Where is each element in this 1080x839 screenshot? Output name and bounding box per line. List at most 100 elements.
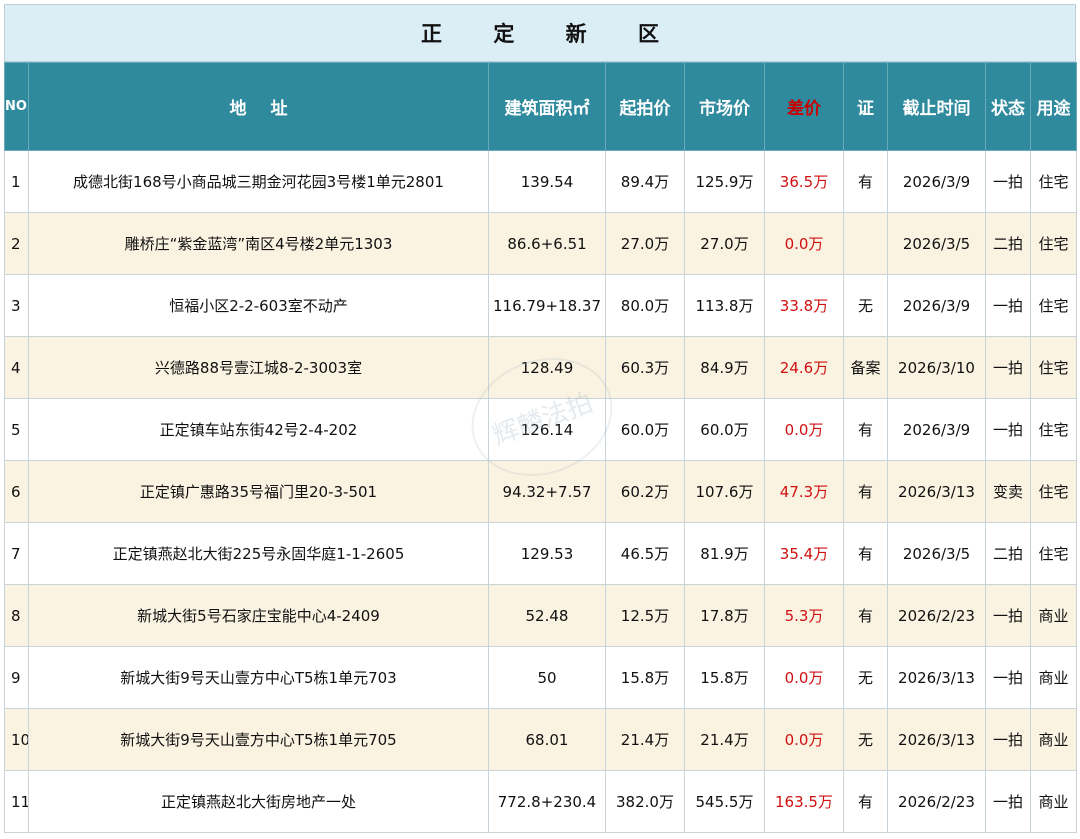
cell-cert: 备案 (843, 336, 888, 399)
cell-no: 6 (4, 460, 29, 523)
cell-deadline: 2026/3/9 (887, 150, 986, 213)
cell-no: 4 (4, 336, 29, 399)
cell-cert: 有 (843, 460, 888, 523)
cell-address: 正定镇燕赵北大街房地产一处 (28, 770, 489, 833)
cell-area: 128.49 (488, 336, 606, 399)
cell-start-price: 60.3万 (605, 336, 685, 399)
cell-usage: 商业 (1030, 770, 1077, 833)
cell-diff: 0.0万 (764, 708, 844, 771)
cell-address: 恒福小区2-2-603室不动产 (28, 274, 489, 337)
cell-usage: 商业 (1030, 584, 1077, 647)
cell-status: 一拍 (985, 398, 1031, 461)
table-row: 10 新城大街9号天山壹方中心T5栋1单元705 68.01 21.4万 21.4万 0.… (4, 708, 1077, 771)
header-start-price: 起拍价 (605, 62, 685, 151)
table-row: 4 兴德路88号壹江城8-2-3003室 128.49 60.3万 84.9万 24.6万… (4, 336, 1077, 399)
cell-address: 兴德路88号壹江城8-2-3003室 (28, 336, 489, 399)
cell-start-price: 60.2万 (605, 460, 685, 523)
cell-deadline: 2026/2/23 (887, 770, 986, 833)
cell-market-price: 21.4万 (684, 708, 765, 771)
cell-usage: 住宅 (1030, 212, 1077, 275)
cell-start-price: 21.4万 (605, 708, 685, 771)
header-usage: 用途 (1030, 62, 1077, 151)
cell-start-price: 12.5万 (605, 584, 685, 647)
cell-area: 116.79+18.37 (488, 274, 606, 337)
header-area: 建筑面积㎡ (488, 62, 606, 151)
cell-no: 8 (4, 584, 29, 647)
cell-cert: 有 (843, 584, 888, 647)
cell-usage: 住宅 (1030, 398, 1077, 461)
cell-no: 7 (4, 522, 29, 585)
cell-status: 一拍 (985, 708, 1031, 771)
cell-diff: 5.3万 (764, 584, 844, 647)
cell-status: 一拍 (985, 274, 1031, 337)
cell-address: 雕桥庄“紫金蓝湾”南区4号楼2单元1303 (28, 212, 489, 275)
header-no: NO. (4, 62, 29, 151)
cell-deadline: 2026/3/9 (887, 274, 986, 337)
cell-no: 11 (4, 770, 29, 833)
cell-market-price: 81.9万 (684, 522, 765, 585)
cell-status: 一拍 (985, 336, 1031, 399)
header-status: 状态 (985, 62, 1031, 151)
cell-cert: 有 (843, 150, 888, 213)
cell-address: 正定镇车站东街42号2-4-202 (28, 398, 489, 461)
table-row: 7 正定镇燕赵北大街225号永固华庭1-1-2605 129.53 46.5万 81.9… (4, 522, 1077, 585)
cell-no: 3 (4, 274, 29, 337)
cell-usage: 住宅 (1030, 522, 1077, 585)
cell-start-price: 89.4万 (605, 150, 685, 213)
cell-area: 126.14 (488, 398, 606, 461)
cell-market-price: 545.5万 (684, 770, 765, 833)
cell-address: 正定镇广惠路35号福门里20-3-501 (28, 460, 489, 523)
cell-deadline: 2026/3/13 (887, 708, 986, 771)
table-row: 5 正定镇车站东街42号2-4-202 126.14 60.0万 60.0万 0.0万有 2… (4, 398, 1077, 461)
cell-market-price: 27.0万 (684, 212, 765, 275)
table-row: 2 雕桥庄“紫金蓝湾”南区4号楼2单元1303 86.6+6.51 27.0万 27.0… (4, 212, 1077, 275)
cell-cert: 无 (843, 274, 888, 337)
cell-no: 1 (4, 150, 29, 213)
cell-area: 52.48 (488, 584, 606, 647)
cell-deadline: 2026/3/10 (887, 336, 986, 399)
cell-status: 二拍 (985, 212, 1031, 275)
cell-market-price: 107.6万 (684, 460, 765, 523)
cell-usage: 住宅 (1030, 460, 1077, 523)
listing-table: NO. 地址 建筑面积㎡ 起拍价 市场价 差价 证 截止时间 状态 用途 1成德… (4, 62, 1077, 833)
cell-area: 86.6+6.51 (488, 212, 606, 275)
cell-deadline: 2026/3/13 (887, 460, 986, 523)
cell-diff: 0.0万 (764, 646, 844, 709)
cell-status: 一拍 (985, 770, 1031, 833)
cell-start-price: 382.0万 (605, 770, 685, 833)
cell-no: 5 (4, 398, 29, 461)
cell-market-price: 125.9万 (684, 150, 765, 213)
auction-listing: 正 定 新 区 NO. 地址 建筑面积㎡ 起拍价 市场价 差价 证 截止时间 (0, 0, 1080, 839)
cell-diff: 36.5万 (764, 150, 844, 213)
cell-address: 成德北街168号小商品城三期金河花园3号楼1单元2801 (28, 150, 489, 213)
cell-diff: 24.6万 (764, 336, 844, 399)
cell-cert: 有 (843, 522, 888, 585)
cell-diff: 47.3万 (764, 460, 844, 523)
cell-start-price: 27.0万 (605, 212, 685, 275)
cell-address: 新城大街9号天山壹方中心T5栋1单元705 (28, 708, 489, 771)
cell-no: 10 (4, 708, 29, 771)
cell-deadline: 2026/3/5 (887, 212, 986, 275)
cell-cert: 无 (843, 708, 888, 771)
cell-market-price: 84.9万 (684, 336, 765, 399)
cell-diff: 163.5万 (764, 770, 844, 833)
cell-usage: 商业 (1030, 646, 1077, 709)
cell-address: 新城大街9号天山壹方中心T5栋1单元703 (28, 646, 489, 709)
table-row: 11 正定镇燕赵北大街房地产一处 772.8+230.4 382.0万 545.5万 16… (4, 770, 1077, 833)
cell-area: 129.53 (488, 522, 606, 585)
cell-area: 68.01 (488, 708, 606, 771)
table-row: 3 恒福小区2-2-603室不动产 116.79+18.37 80.0万 113.8万 3… (4, 274, 1077, 337)
header-row: NO. 地址 建筑面积㎡ 起拍价 市场价 差价 证 截止时间 状态 用途 (4, 62, 1077, 151)
cell-area: 139.54 (488, 150, 606, 213)
cell-status: 二拍 (985, 522, 1031, 585)
cell-market-price: 113.8万 (684, 274, 765, 337)
cell-usage: 商业 (1030, 708, 1077, 771)
cell-diff: 33.8万 (764, 274, 844, 337)
cell-no: 9 (4, 646, 29, 709)
cell-deadline: 2026/2/23 (887, 584, 986, 647)
page-title: 正 定 新 区 (4, 4, 1076, 62)
cell-usage: 住宅 (1030, 274, 1077, 337)
table-row: 1 成德北街168号小商品城三期金河花园3号楼1单元2801 139.54 89.4万… (4, 150, 1077, 213)
table-row: 6 正定镇广惠路35号福门里20-3-501 94.32+7.57 60.2万 107.… (4, 460, 1077, 523)
header-market-price: 市场价 (684, 62, 765, 151)
